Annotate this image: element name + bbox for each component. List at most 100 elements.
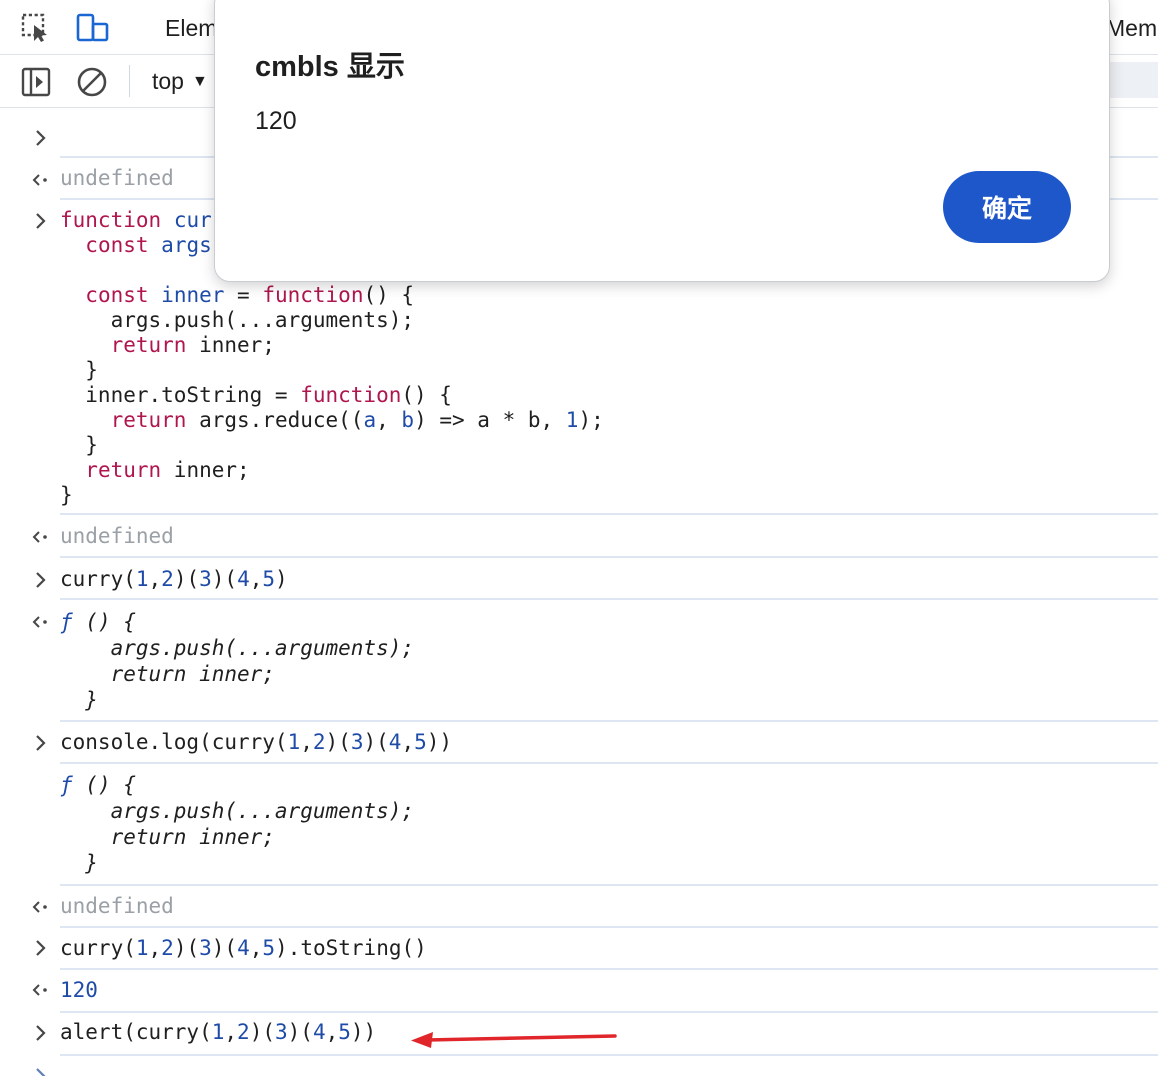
console-line: curry(1,2)(3)(4,5).toString() (60, 936, 427, 961)
result-arrow-icon (30, 611, 52, 633)
message-divider (60, 884, 1158, 886)
code-token: )( (363, 730, 389, 754)
code-token: ) (275, 567, 288, 591)
chevron-right-icon (30, 937, 52, 959)
keyword-token: function (300, 383, 402, 407)
number-token: 5 (262, 936, 276, 960)
code-token: ) => a * b, (414, 408, 566, 432)
number-token: 2 (161, 567, 174, 591)
console-line: return inner; (60, 333, 275, 358)
code-token: () { (401, 383, 452, 407)
context-label: top (152, 68, 184, 94)
message-divider (60, 1054, 1158, 1056)
console-line: args.push(...arguments); (60, 799, 414, 824)
code-token: , (148, 936, 162, 960)
inspect-element-icon[interactable] (20, 12, 52, 44)
code-token: () { (72, 610, 136, 634)
console-line: undefined (60, 894, 174, 919)
code-token: } (60, 433, 98, 457)
code-token: , (148, 567, 162, 591)
device-toolbar-icon[interactable] (76, 12, 109, 44)
result-arrow-icon (30, 169, 52, 191)
console-line: } (60, 433, 98, 458)
definition-token: args (161, 233, 212, 257)
alert-dialog: cmbls 显示 120 确定 (214, 0, 1110, 282)
definition-token: ƒ (60, 610, 73, 634)
chevron-right-icon (30, 210, 52, 232)
console-line: return inner; (60, 825, 275, 850)
console-line: console.log(curry(1,2)(3)(4,5)) (60, 730, 452, 755)
muted-token: undefined (60, 524, 174, 548)
keyword-token: function (60, 208, 162, 232)
code-token: } (60, 483, 73, 507)
code-token: alert(curry( (60, 1020, 212, 1044)
dialog-title: cmbls 显示 (255, 51, 405, 83)
code-token: return inner; (60, 825, 275, 849)
number-token: 3 (199, 567, 212, 591)
ok-button[interactable]: 确定 (943, 171, 1071, 243)
number-token: 1 (287, 730, 301, 754)
keyword-token: return (110, 333, 187, 357)
message-divider (60, 720, 1158, 722)
filter-input[interactable] (1108, 62, 1158, 98)
number-token: 2 (237, 1020, 250, 1044)
code-token: () { (72, 773, 136, 797)
console-line: 120 (60, 978, 98, 1003)
code-token: )) (350, 1020, 377, 1044)
keyword-token: const (85, 233, 149, 257)
code-token: , (325, 1020, 339, 1044)
console-line: } (60, 483, 73, 508)
number-token: 4 (237, 936, 250, 960)
clear-console-icon[interactable] (76, 66, 108, 98)
context-selector[interactable]: top ▼ (152, 68, 208, 95)
console-line: } (60, 688, 98, 713)
code-token: } (60, 851, 98, 875)
keyword-token: const (85, 283, 149, 307)
console-line: } (60, 358, 98, 383)
number-token: 120 (60, 978, 98, 1002)
code-token: )( (287, 1020, 313, 1044)
number-token: 4 (388, 730, 402, 754)
number-token: 5 (414, 730, 427, 754)
keyword-token: return (110, 408, 187, 432)
tab-elements[interactable]: Elem (165, 15, 217, 42)
message-divider (60, 762, 1158, 764)
keyword-token: return (85, 458, 162, 482)
code-token: args.push(...arguments); (60, 636, 415, 660)
message-divider (60, 556, 1158, 558)
number-token: 3 (350, 730, 364, 754)
code-token: } (60, 358, 98, 382)
message-divider (60, 926, 1158, 928)
console-line: const args (60, 233, 212, 258)
code-token: curry( (60, 936, 136, 960)
code-token: inner.toString = (60, 383, 301, 407)
console-line: return inner; (60, 458, 249, 483)
dialog-message: 120 (255, 107, 297, 135)
message-divider (60, 513, 1158, 515)
console-line: const inner = function() { (60, 283, 414, 308)
code-token: console.log(curry( (60, 730, 288, 754)
console-line: function cur (60, 208, 212, 233)
console-line: args.push(...arguments); (60, 308, 414, 333)
number-token: 1 (135, 936, 149, 960)
console-line: undefined (60, 166, 174, 191)
code-token: )) (426, 730, 453, 754)
caret-down-icon: ▼ (191, 73, 208, 90)
message-divider (60, 1011, 1158, 1013)
tab-memory[interactable]: Mem (1106, 15, 1157, 42)
number-token: 1 (211, 1020, 225, 1044)
console-line: ƒ () { (60, 773, 136, 798)
sidebar-toggle-icon[interactable] (21, 67, 53, 99)
definition-token: inner (161, 283, 225, 307)
muted-token: undefined (60, 894, 174, 918)
code-token: )( (211, 567, 238, 591)
number-token: 5 (338, 1020, 351, 1044)
console-line: alert(curry(1,2)(3)(4,5)) (60, 1020, 376, 1045)
toolbar-divider (129, 65, 130, 97)
